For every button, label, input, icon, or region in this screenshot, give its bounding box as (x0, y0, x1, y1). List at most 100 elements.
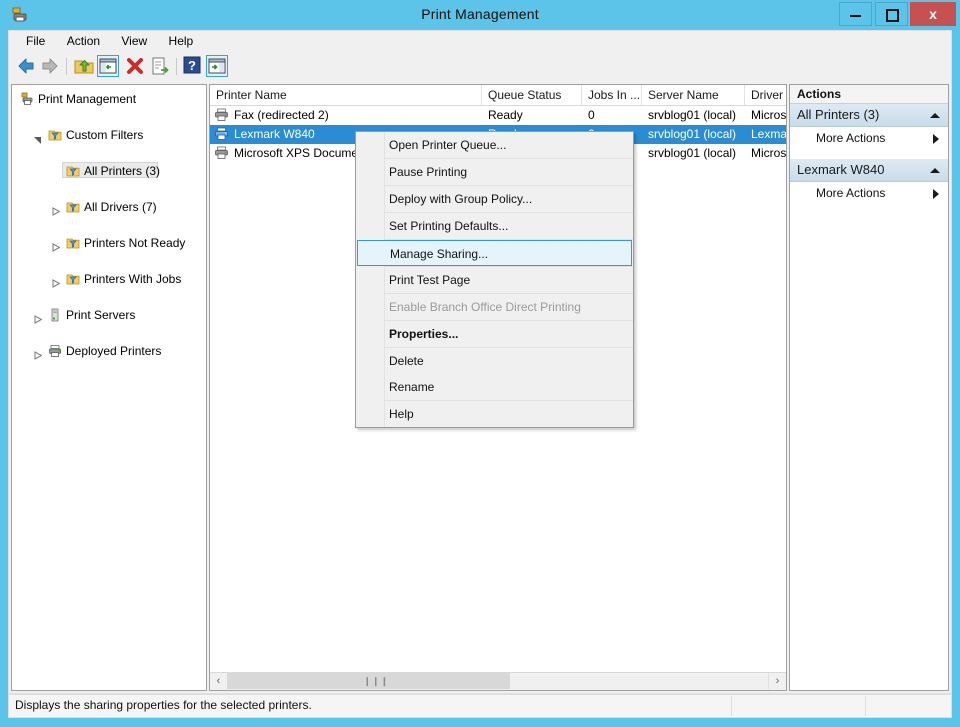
print-management-icon (20, 92, 34, 106)
scrollbar-grip-icon: ❙❙❙ (364, 678, 375, 685)
printer-context-menu[interactable]: Open Printer Queue... Pause Printing Dep… (355, 131, 634, 428)
context-menu-item-manage-sharing[interactable]: Manage Sharing... (357, 240, 632, 266)
context-menu-item-set-printing-defaults[interactable]: Set Printing Defaults... (356, 213, 633, 239)
minimize-icon (850, 15, 861, 17)
action-more-actions-all-printers[interactable]: More Actions (790, 127, 948, 149)
cell-driver: Micros (745, 144, 787, 163)
actions-section-title: Lexmark W840 (797, 162, 884, 177)
menu-action[interactable]: Action (58, 31, 109, 51)
forward-icon[interactable] (39, 55, 61, 77)
toolbar: ? (8, 52, 952, 80)
minimize-button[interactable] (839, 2, 872, 26)
context-menu-item-rename[interactable]: Rename (356, 374, 633, 400)
status-bar-separator (865, 696, 866, 716)
actions-pane-header: Actions (790, 85, 948, 104)
action-label: More Actions (816, 182, 885, 204)
cell-driver: Micros (745, 106, 787, 125)
maximize-icon (886, 9, 899, 22)
console-tree[interactable]: Print Management Custom Filters (11, 84, 207, 691)
column-header-driver[interactable]: Driver (745, 85, 787, 105)
action-label: More Actions (816, 127, 885, 149)
context-menu-item-open-printer-queue[interactable]: Open Printer Queue... (356, 132, 633, 158)
menu-help[interactable]: Help (160, 31, 203, 51)
chevron-right-icon[interactable] (33, 311, 42, 320)
chevron-up-icon[interactable] (930, 168, 940, 173)
cell-jobs-in-queue: 0 (582, 106, 642, 125)
tree-node-label: All Drivers (7) (84, 198, 157, 216)
cell-driver: Lexma (745, 125, 787, 144)
delete-icon[interactable] (124, 55, 146, 77)
actions-section-all-printers[interactable]: All Printers (3) (790, 104, 948, 127)
title-bar: Print Management x (0, 0, 960, 30)
filter-folder-icon (66, 236, 80, 250)
menu-view[interactable]: View (112, 31, 156, 51)
tree-node-custom-filters[interactable]: Custom Filters (12, 126, 206, 144)
tree-node-label: Custom Filters (66, 126, 143, 144)
chevron-right-icon (933, 189, 939, 199)
filter-folder-icon (66, 200, 80, 214)
status-bar: Displays the sharing properties for the … (8, 694, 952, 718)
tree-node-label: Printers With Jobs (84, 270, 181, 288)
menu-file[interactable]: File (17, 31, 54, 51)
back-icon[interactable] (15, 55, 37, 77)
table-row[interactable]: Fax (redirected 2) Ready 0 srvblog01 (lo… (210, 106, 786, 125)
show-hide-action-pane-icon[interactable] (206, 55, 228, 77)
filter-folder-icon (48, 128, 62, 142)
action-more-actions-lexmark[interactable]: More Actions (790, 182, 948, 204)
tree-node-printers-not-ready[interactable]: Printers Not Ready (12, 234, 206, 252)
cell-server-name: srvblog01 (local) (642, 144, 745, 163)
chevron-up-icon[interactable] (930, 113, 940, 118)
up-folder-icon[interactable] (73, 55, 95, 77)
show-hide-console-tree-icon[interactable] (97, 55, 119, 77)
scroll-right-button[interactable]: › (768, 673, 786, 689)
column-header-queue-status[interactable]: Queue Status (482, 85, 582, 105)
list-horizontal-scrollbar[interactable]: ‹ ❙❙❙ › (210, 672, 786, 690)
filter-folder-icon (66, 272, 80, 286)
close-icon: x (911, 3, 955, 25)
tree-node-all-printers[interactable]: All Printers (3) (12, 162, 206, 180)
scroll-left-button[interactable]: ‹ (210, 673, 228, 689)
tree-node-all-drivers[interactable]: All Drivers (7) (12, 198, 206, 216)
column-header-jobs-in-queue[interactable]: Jobs In ... (582, 85, 642, 105)
chevron-right-icon[interactable] (51, 239, 60, 248)
column-header-server-name[interactable]: Server Name (642, 85, 745, 105)
close-button[interactable]: x (910, 2, 956, 26)
context-menu-item-help[interactable]: Help (356, 401, 633, 427)
svg-text:?: ? (188, 58, 196, 73)
tree-node-label: All Printers (3) (84, 162, 160, 180)
context-menu-item-print-test-page[interactable]: Print Test Page (356, 267, 633, 293)
chevron-right-icon[interactable] (33, 347, 42, 356)
status-bar-separator (731, 696, 732, 716)
tree-node-label: Print Servers (66, 306, 135, 324)
actions-section-lexmark-w840[interactable]: Lexmark W840 (790, 159, 948, 182)
window-controls: x (840, 2, 956, 26)
context-menu-item-deploy-with-group-policy[interactable]: Deploy with Group Policy... (356, 186, 633, 212)
chevron-down-icon[interactable] (33, 131, 42, 140)
maximize-button[interactable] (875, 2, 908, 26)
context-menu-item-delete[interactable]: Delete (356, 348, 633, 374)
toolbar-separator (66, 58, 67, 75)
list-header-row: Printer Name Queue Status Jobs In ... Se… (210, 85, 786, 106)
cell-queue-status: Ready (482, 106, 582, 125)
cell-printer-name: Fax (redirected 2) (210, 106, 482, 125)
scrollbar-thumb[interactable]: ❙❙❙ (227, 673, 510, 689)
chevron-right-icon[interactable] (51, 275, 60, 284)
cell-server-name: srvblog01 (local) (642, 106, 745, 125)
tree-node-print-servers[interactable]: Print Servers (12, 306, 206, 324)
column-header-printer-name[interactable]: Printer Name (210, 85, 482, 105)
context-menu-item-pause-printing[interactable]: Pause Printing (356, 159, 633, 185)
print-management-window: Print Management x File Action View Help (0, 0, 960, 727)
chevron-right-icon[interactable] (51, 203, 60, 212)
tree-node-printers-with-jobs[interactable]: Printers With Jobs (12, 270, 206, 288)
chevron-right-icon (933, 134, 939, 144)
toolbar-separator-2 (176, 58, 177, 75)
tree-node-deployed-printers[interactable]: Deployed Printers (12, 342, 206, 360)
actions-pane: Actions All Printers (3) More Actions Le… (789, 84, 949, 691)
context-menu-item-enable-branch-office-direct-printing: Enable Branch Office Direct Printing (356, 294, 633, 320)
tree-node-print-management[interactable]: Print Management (12, 90, 206, 108)
window-title: Print Management (0, 6, 960, 22)
tree-node-label: Printers Not Ready (84, 234, 185, 252)
help-icon[interactable]: ? (182, 55, 204, 77)
context-menu-item-properties[interactable]: Properties... (356, 321, 633, 347)
export-list-icon[interactable] (149, 55, 171, 77)
